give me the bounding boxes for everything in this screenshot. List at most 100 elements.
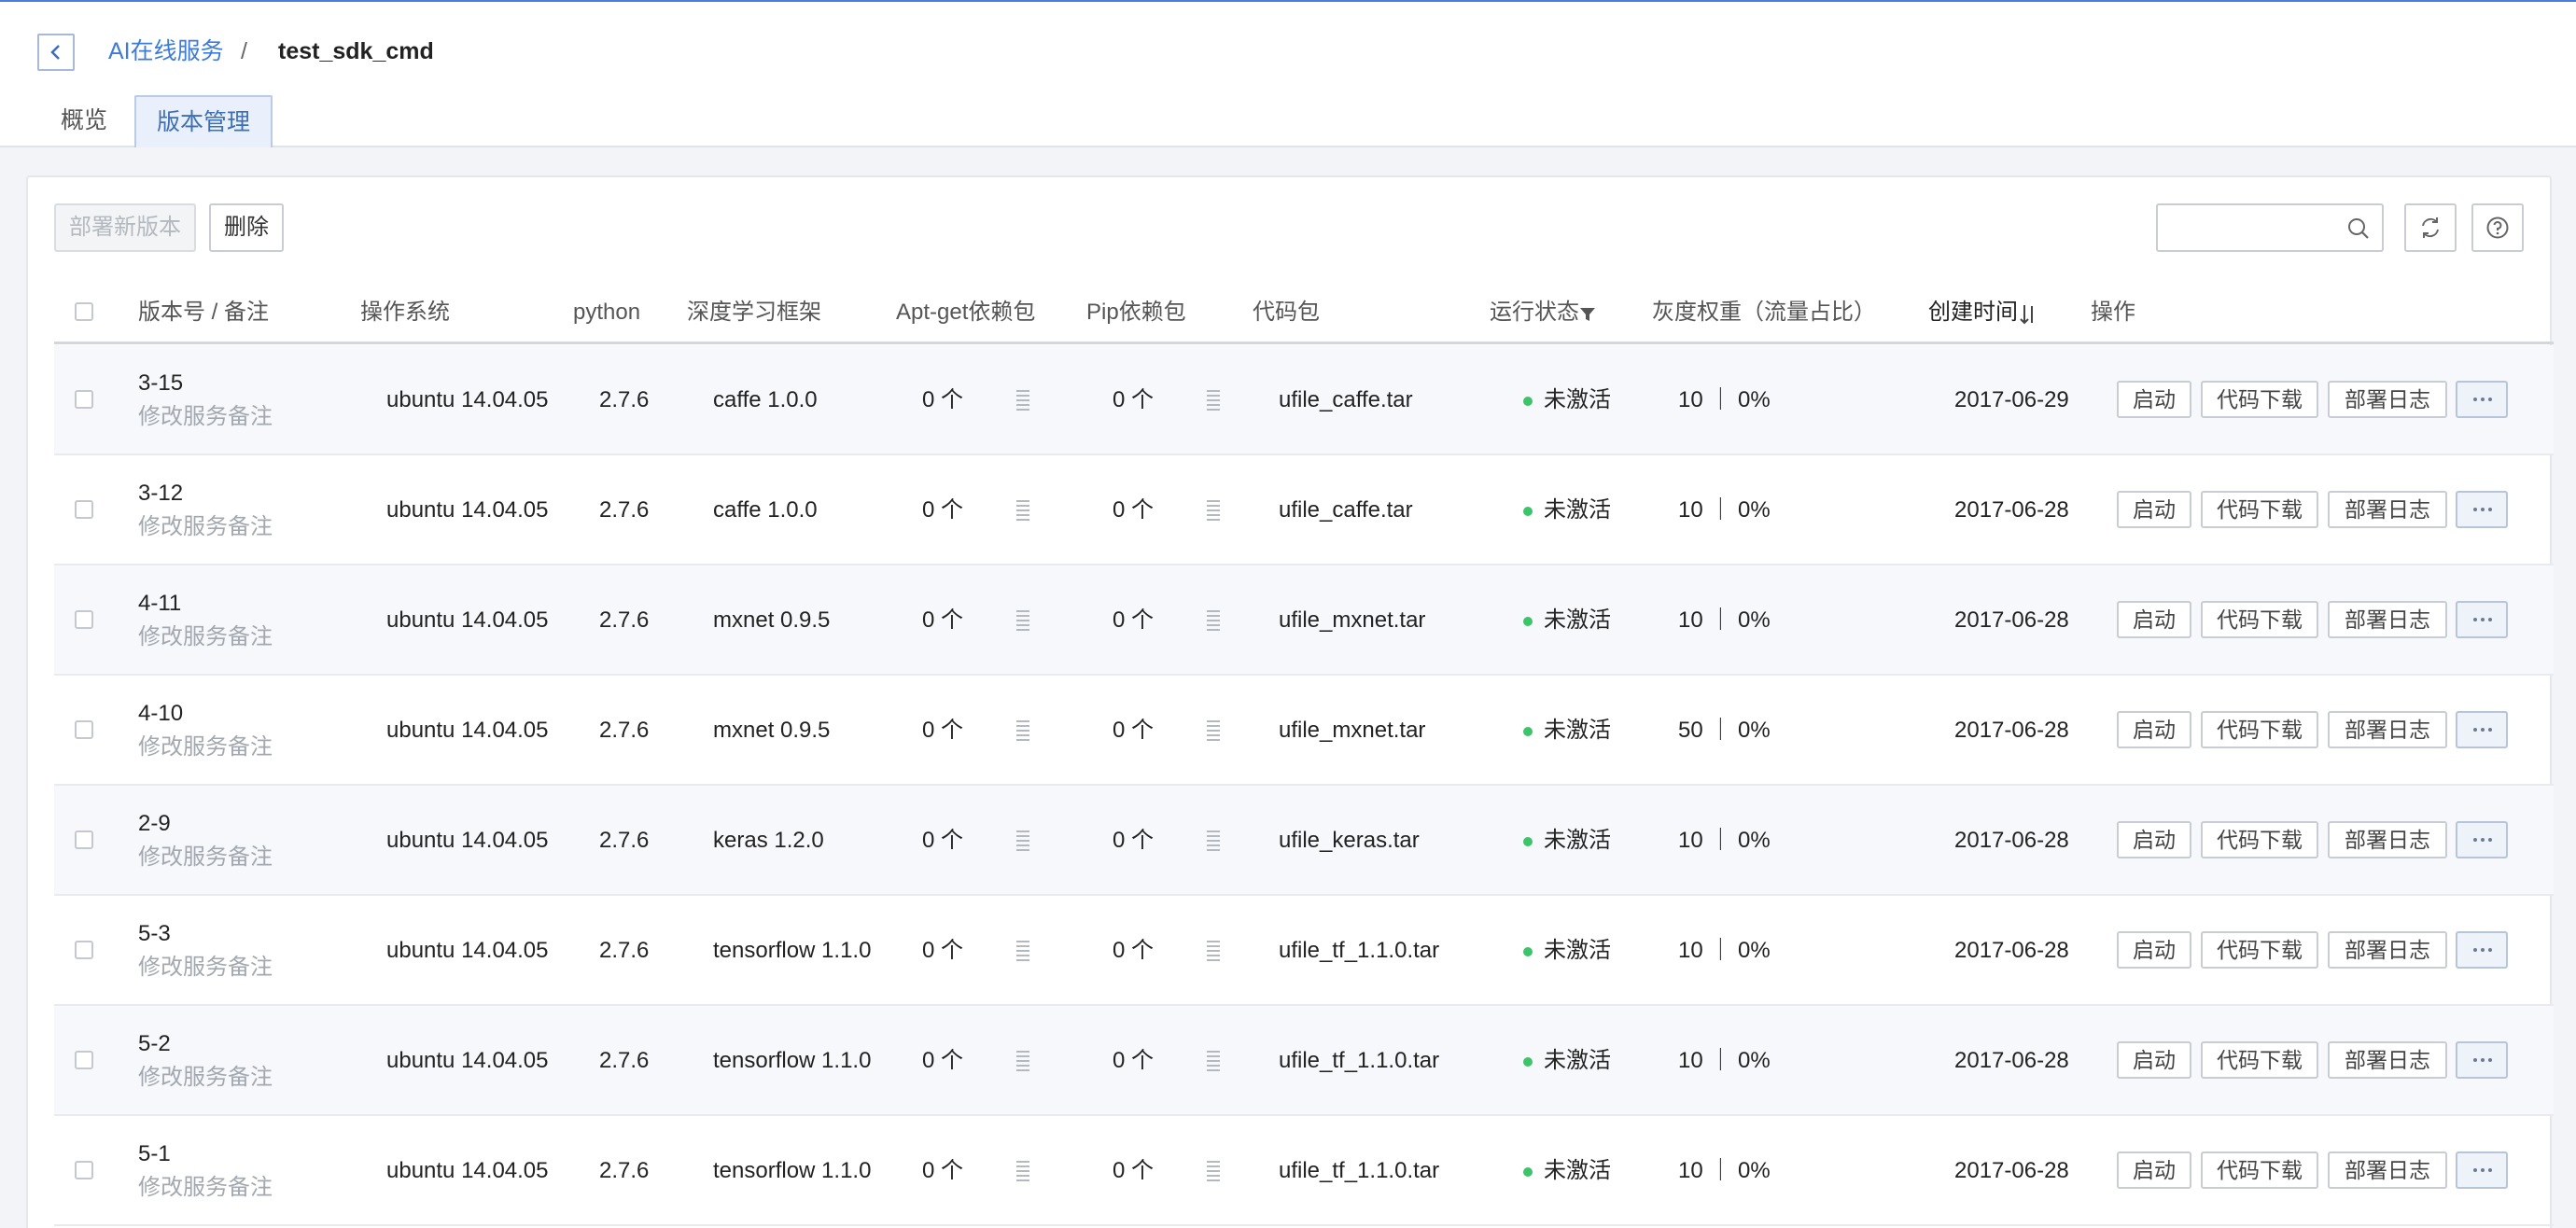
table-header-divider	[54, 342, 2554, 344]
start-button[interactable]: 启动	[2117, 601, 2191, 638]
more-button[interactable]	[2456, 381, 2508, 418]
start-button[interactable]: 启动	[2117, 711, 2191, 748]
status-dot	[1523, 1057, 1533, 1067]
start-button[interactable]: 启动	[2117, 931, 2191, 969]
start-button[interactable]: 启动	[2117, 491, 2191, 528]
weight-cell: 10 ｜ 0%	[1678, 938, 1771, 963]
list-icon[interactable]	[1015, 388, 1030, 412]
row-checkbox[interactable]	[75, 941, 93, 959]
filter-icon[interactable]	[1579, 306, 1596, 323]
search-box	[2156, 203, 2384, 252]
col-header-python: python	[573, 300, 641, 325]
list-icon[interactable]	[1015, 1049, 1030, 1073]
version-number: 4-11	[138, 591, 182, 616]
edit-note-link[interactable]: 修改服务备注	[138, 623, 273, 651]
tab-version-management[interactable]: 版本管理	[134, 95, 273, 147]
edit-note-link[interactable]: 修改服务备注	[138, 844, 273, 872]
list-icon[interactable]	[1206, 388, 1221, 412]
framework-cell: caffe 1.0.0	[713, 387, 818, 412]
sort-icon[interactable]	[2020, 302, 2037, 327]
select-all-checkbox[interactable]	[75, 302, 93, 321]
row-checkbox[interactable]	[75, 720, 93, 739]
weight-cell: 10 ｜ 0%	[1678, 1158, 1771, 1183]
tab-overview[interactable]: 概览	[43, 95, 125, 147]
download-code-button[interactable]: 代码下载	[2201, 711, 2318, 748]
more-button[interactable]	[2456, 601, 2508, 638]
list-icon[interactable]	[1206, 1049, 1221, 1073]
help-button[interactable]	[2471, 203, 2524, 252]
deploy-log-button[interactable]: 部署日志	[2328, 821, 2447, 858]
pip-count: 0 个	[1113, 1048, 1155, 1073]
list-icon[interactable]	[1206, 1159, 1221, 1183]
back-button[interactable]	[37, 34, 75, 71]
more-icon	[2473, 508, 2492, 511]
col-header-status[interactable]: 运行状态	[1490, 287, 1579, 338]
weight-cell: 10 ｜ 0%	[1678, 387, 1771, 412]
more-button[interactable]	[2456, 491, 2508, 528]
start-button[interactable]: 启动	[2117, 381, 2191, 418]
row-checkbox[interactable]	[75, 1161, 93, 1179]
list-icon[interactable]	[1206, 939, 1221, 963]
created-date: 2017-06-28	[1954, 718, 2069, 743]
more-button[interactable]	[2456, 711, 2508, 748]
list-icon[interactable]	[1206, 719, 1221, 743]
deploy-log-button[interactable]: 部署日志	[2328, 381, 2447, 418]
col-header-created[interactable]: 创建时间	[1928, 287, 2018, 338]
created-date: 2017-06-28	[1954, 1158, 2069, 1183]
deploy-log-button[interactable]: 部署日志	[2328, 601, 2447, 638]
framework-cell: mxnet 0.9.5	[713, 718, 831, 743]
more-button[interactable]	[2456, 821, 2508, 858]
question-icon	[2486, 216, 2509, 239]
list-icon[interactable]	[1015, 939, 1030, 963]
list-icon[interactable]	[1015, 829, 1030, 853]
start-button[interactable]: 启动	[2117, 1151, 2191, 1189]
refresh-icon	[2422, 217, 2439, 238]
deploy-log-button[interactable]: 部署日志	[2328, 931, 2447, 969]
edit-note-link[interactable]: 修改服务备注	[138, 1064, 273, 1092]
download-code-button[interactable]: 代码下载	[2201, 1041, 2318, 1079]
delete-button[interactable]: 删除	[209, 203, 284, 252]
row-checkbox[interactable]	[75, 830, 93, 849]
edit-note-link[interactable]: 修改服务备注	[138, 733, 273, 761]
list-icon[interactable]	[1206, 829, 1221, 853]
weight-cell: 10 ｜ 0%	[1678, 828, 1771, 853]
row-checkbox[interactable]	[75, 500, 93, 519]
deploy-new-version-button[interactable]: 部署新版本	[54, 203, 196, 252]
more-button[interactable]	[2456, 1041, 2508, 1079]
download-code-button[interactable]: 代码下载	[2201, 381, 2318, 418]
edit-note-link[interactable]: 修改服务备注	[138, 954, 273, 982]
edit-note-link[interactable]: 修改服务备注	[138, 513, 273, 541]
refresh-button[interactable]	[2404, 203, 2457, 252]
edit-note-link[interactable]: 修改服务备注	[138, 1174, 273, 1202]
list-icon[interactable]	[1206, 608, 1221, 633]
download-code-button[interactable]: 代码下载	[2201, 931, 2318, 969]
deploy-log-button[interactable]: 部署日志	[2328, 491, 2447, 528]
download-code-button[interactable]: 代码下载	[2201, 491, 2318, 528]
apt-count: 0 个	[922, 1048, 964, 1073]
search-input[interactable]	[2167, 211, 2345, 244]
row-checkbox[interactable]	[75, 1051, 93, 1069]
edit-note-link[interactable]: 修改服务备注	[138, 403, 273, 431]
row-checkbox[interactable]	[75, 610, 93, 629]
row-checkbox[interactable]	[75, 390, 93, 409]
apt-count: 0 个	[922, 1158, 964, 1183]
deploy-log-button[interactable]: 部署日志	[2328, 711, 2447, 748]
download-code-button[interactable]: 代码下载	[2201, 601, 2318, 638]
created-date: 2017-06-29	[1954, 387, 2069, 412]
deploy-log-button[interactable]: 部署日志	[2328, 1151, 2447, 1189]
breadcrumb-parent-link[interactable]: AI在线服务	[108, 35, 224, 67]
list-icon[interactable]	[1015, 719, 1030, 743]
more-button[interactable]	[2456, 1151, 2508, 1189]
list-icon[interactable]	[1015, 498, 1030, 523]
deploy-log-button[interactable]: 部署日志	[2328, 1041, 2447, 1079]
more-button[interactable]	[2456, 931, 2508, 969]
list-icon[interactable]	[1015, 1159, 1030, 1183]
download-code-button[interactable]: 代码下载	[2201, 821, 2318, 858]
start-button[interactable]: 启动	[2117, 1041, 2191, 1079]
search-icon[interactable]	[2346, 216, 2371, 241]
list-icon[interactable]	[1206, 498, 1221, 523]
list-icon[interactable]	[1015, 608, 1030, 633]
start-button[interactable]: 启动	[2117, 821, 2191, 858]
download-code-button[interactable]: 代码下载	[2201, 1151, 2318, 1189]
version-number: 4-10	[138, 701, 184, 726]
